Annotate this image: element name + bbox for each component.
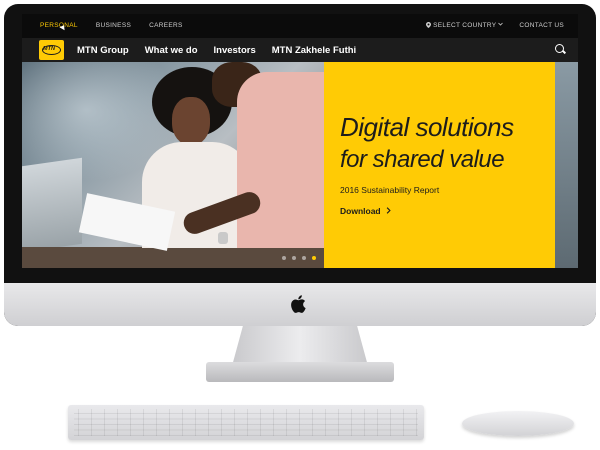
tab-business[interactable]: BUSINESS <box>96 22 131 29</box>
nav-item-zakhele-futhi[interactable]: MTN Zakhele Futhi <box>272 45 356 56</box>
utility-bar: PERSONAL BUSINESS CAREERS SELECT COUNTRY… <box>22 14 578 38</box>
hero-banner: Digital solutions for shared value 2016 … <box>22 62 578 268</box>
wristwatch <box>218 232 228 244</box>
screen: PERSONAL BUSINESS CAREERS SELECT COUNTRY… <box>22 14 578 268</box>
man-shirt <box>237 72 324 248</box>
keyboard-keys <box>74 409 418 436</box>
nav-item-investors[interactable]: Investors <box>214 45 256 56</box>
hero-subtitle: 2016 Sustainability Report <box>340 185 440 195</box>
chevron-right-icon <box>386 207 391 214</box>
carousel-dots <box>282 256 316 260</box>
hero-photo <box>22 62 324 268</box>
carousel-dot-active[interactable] <box>312 256 316 260</box>
contact-us-link[interactable]: CONTACT US <box>519 22 564 29</box>
stand-base <box>206 362 394 382</box>
download-link[interactable]: Download <box>340 206 391 216</box>
location-pin-icon <box>426 22 432 28</box>
magic-mouse <box>462 411 574 436</box>
mtn-logo[interactable]: MTN <box>39 40 64 60</box>
monitor-stand <box>232 326 368 366</box>
nav-item-mtn-group[interactable]: MTN Group <box>77 45 129 56</box>
select-country-dropdown[interactable]: SELECT COUNTRY <box>426 22 504 29</box>
laptop-image <box>22 157 82 253</box>
carousel-dot[interactable] <box>282 256 286 260</box>
chevron-down-icon <box>498 22 504 26</box>
search-icon[interactable] <box>555 44 564 53</box>
main-nav: MTN MTN Group What we do Investors MTN Z… <box>22 38 578 62</box>
nav-item-what-we-do[interactable]: What we do <box>145 45 198 56</box>
hero-photo-edge <box>555 62 578 268</box>
keyboard <box>68 405 424 440</box>
select-country-label: SELECT COUNTRY <box>433 22 497 29</box>
hero-text-panel: Digital solutions for shared value 2016 … <box>324 62 555 268</box>
logo-text: MTN <box>43 46 55 52</box>
hero-headline-1: Digital solutions <box>340 112 514 142</box>
tab-careers[interactable]: CAREERS <box>149 22 183 29</box>
carousel-dot[interactable] <box>292 256 296 260</box>
carousel-dot[interactable] <box>302 256 306 260</box>
hero-headline-2: for shared value <box>340 146 505 173</box>
woman-face <box>172 97 210 145</box>
desk-image <box>22 247 324 268</box>
apple-logo-icon <box>291 295 306 313</box>
download-label: Download <box>340 206 381 216</box>
